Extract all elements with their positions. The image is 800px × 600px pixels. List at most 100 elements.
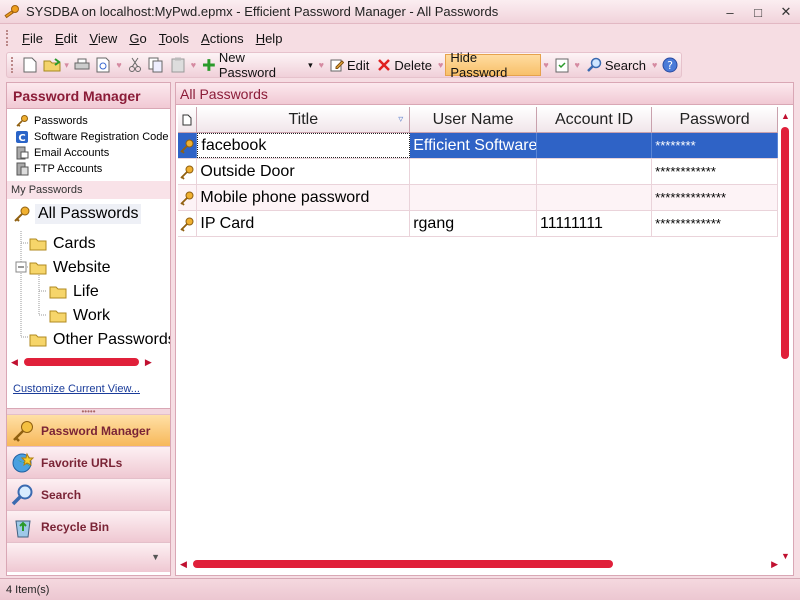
- tree-horizontal-scrollbar[interactable]: ◀ ▶: [11, 355, 166, 369]
- recycle-bin-icon: [15, 520, 31, 537]
- folder-icon: [29, 262, 47, 275]
- nav-recycle-bin[interactable]: Recycle Bin: [7, 510, 170, 542]
- scroll-right-arrow-icon[interactable]: ▶: [145, 357, 152, 368]
- cell-title[interactable]: facebook: [197, 133, 411, 158]
- hide-password-button[interactable]: Hide Password: [445, 50, 542, 80]
- menu-view[interactable]: View: [83, 31, 123, 46]
- nav-favorite-urls[interactable]: Favorite URLs: [7, 446, 170, 478]
- shortcut-passwords[interactable]: Passwords: [7, 113, 170, 129]
- scroll-down-arrow-icon[interactable]: ▼: [781, 551, 790, 561]
- table-row[interactable]: IP Card rgang 11111111 *************: [178, 211, 778, 237]
- cell-password[interactable]: **************: [652, 185, 778, 210]
- dropdown-arrow-icon[interactable]: ▾: [308, 60, 313, 71]
- status-bar: 4 Item(s): [0, 578, 800, 600]
- scroll-thumb[interactable]: [781, 127, 789, 359]
- clipboard-icon[interactable]: [552, 55, 572, 75]
- search-icon: [586, 57, 602, 72]
- scroll-left-arrow-icon[interactable]: ◀: [11, 357, 18, 368]
- menu-edit[interactable]: Edit: [49, 31, 83, 46]
- cell-user-name[interactable]: [410, 159, 537, 184]
- cell-account-id[interactable]: [537, 159, 653, 184]
- separator-icon: ♥: [574, 60, 580, 70]
- minimize-button[interactable]: –: [716, 0, 744, 24]
- shortcut-email-accounts[interactable]: Email Accounts: [7, 145, 170, 161]
- tree-item-website[interactable]: Website: [29, 257, 111, 279]
- column-header-label: Password: [679, 110, 750, 128]
- column-header-password[interactable]: Password: [652, 107, 778, 132]
- tree-item-other-passwords[interactable]: Other Passwords: [29, 329, 170, 351]
- customize-view-link[interactable]: Customize Current View...: [13, 383, 140, 395]
- tree-item-label: Website: [53, 259, 111, 276]
- key-icon: [178, 133, 198, 158]
- edit-button[interactable]: Edit: [326, 54, 373, 76]
- scroll-right-arrow-icon[interactable]: ▶: [771, 559, 778, 570]
- shortcut-label: Email Accounts: [34, 147, 110, 159]
- new-file-icon[interactable]: [20, 55, 40, 75]
- search-label: Search: [604, 57, 647, 73]
- menu-help[interactable]: Help: [250, 31, 289, 46]
- cell-user-name[interactable]: rgang: [410, 211, 537, 236]
- search-icon: [11, 484, 33, 505]
- cell-account-id[interactable]: [537, 133, 653, 158]
- menu-go[interactable]: Go: [123, 31, 152, 46]
- close-button[interactable]: ✕: [772, 0, 800, 24]
- cell-title[interactable]: IP Card: [197, 211, 411, 236]
- password-grid: Title ▿ User Name Account ID Password fa…: [178, 107, 778, 237]
- edit-label: Edit: [346, 57, 370, 73]
- cut-icon[interactable]: [125, 55, 145, 75]
- tree-item-work[interactable]: Work: [49, 305, 110, 327]
- tree-item-life[interactable]: Life: [49, 281, 99, 303]
- scroll-thumb[interactable]: [192, 560, 613, 568]
- scroll-left-arrow-icon[interactable]: ◀: [180, 559, 187, 570]
- cell-user-name[interactable]: Efficient Software: [410, 133, 538, 158]
- column-header-account-id[interactable]: Account ID: [537, 107, 653, 132]
- cell-title[interactable]: Mobile phone password: [197, 185, 411, 210]
- ftp-server-icon: [16, 162, 29, 176]
- search-button[interactable]: Search: [582, 54, 650, 76]
- delete-button[interactable]: Delete: [373, 54, 436, 76]
- scroll-thumb[interactable]: [23, 358, 139, 366]
- open-folder-icon[interactable]: [42, 55, 62, 75]
- chevron-down-icon[interactable]: ▼: [151, 552, 160, 562]
- print-preview-icon[interactable]: [94, 55, 114, 75]
- toolbar-grip[interactable]: [11, 57, 15, 73]
- maximize-button[interactable]: □: [744, 0, 772, 24]
- help-icon[interactable]: ?: [660, 55, 680, 75]
- dropdown-arrow-icon[interactable]: ▾: [64, 60, 69, 71]
- menu-actions[interactable]: Actions: [195, 31, 250, 46]
- menu-grip[interactable]: [6, 30, 10, 46]
- cell-password[interactable]: ************: [652, 159, 778, 184]
- copy-icon[interactable]: [146, 55, 166, 75]
- tree-all-passwords[interactable]: All Passwords: [7, 201, 170, 227]
- table-row[interactable]: Outside Door ************: [178, 159, 778, 185]
- cell-account-id[interactable]: 11111111: [537, 211, 653, 236]
- print-icon[interactable]: [72, 55, 92, 75]
- nav-password-manager[interactable]: Password Manager: [7, 414, 170, 446]
- cell-password[interactable]: ********: [652, 133, 778, 158]
- table-row[interactable]: Mobile phone password **************: [178, 185, 778, 211]
- table-row[interactable]: facebook Efficient Software ********: [178, 133, 778, 159]
- menu-tools[interactable]: Tools: [153, 31, 195, 46]
- shortcut-software-registration[interactable]: C Software Registration Code: [7, 129, 170, 145]
- column-header-user-name[interactable]: User Name: [410, 107, 538, 132]
- grid-horizontal-scrollbar[interactable]: ◀ ▶: [180, 557, 778, 571]
- nav-overflow[interactable]: ▼: [7, 542, 170, 572]
- shortcut-ftp-accounts[interactable]: FTP Accounts: [7, 161, 170, 177]
- hide-password-label: Hide Password: [450, 50, 508, 80]
- nav-search[interactable]: Search: [7, 478, 170, 510]
- cell-title[interactable]: Outside Door: [197, 159, 411, 184]
- nav-label: Favorite URLs: [41, 455, 123, 470]
- key-icon: [16, 115, 28, 127]
- menu-file[interactable]: File: [16, 31, 49, 46]
- column-header-title[interactable]: Title ▿: [197, 107, 411, 132]
- new-password-button[interactable]: New Password ▾: [198, 50, 317, 80]
- column-header-icon[interactable]: [178, 107, 198, 132]
- cell-account-id[interactable]: [537, 185, 653, 210]
- paste-icon[interactable]: [168, 55, 188, 75]
- tree-item-cards[interactable]: Cards: [29, 233, 96, 255]
- cell-user-name[interactable]: [410, 185, 537, 210]
- delete-label: Delete: [394, 57, 432, 73]
- scroll-up-arrow-icon[interactable]: ▲: [781, 111, 790, 121]
- grid-vertical-scrollbar[interactable]: ▲ ▼: [779, 109, 791, 579]
- cell-password[interactable]: *************: [652, 211, 778, 236]
